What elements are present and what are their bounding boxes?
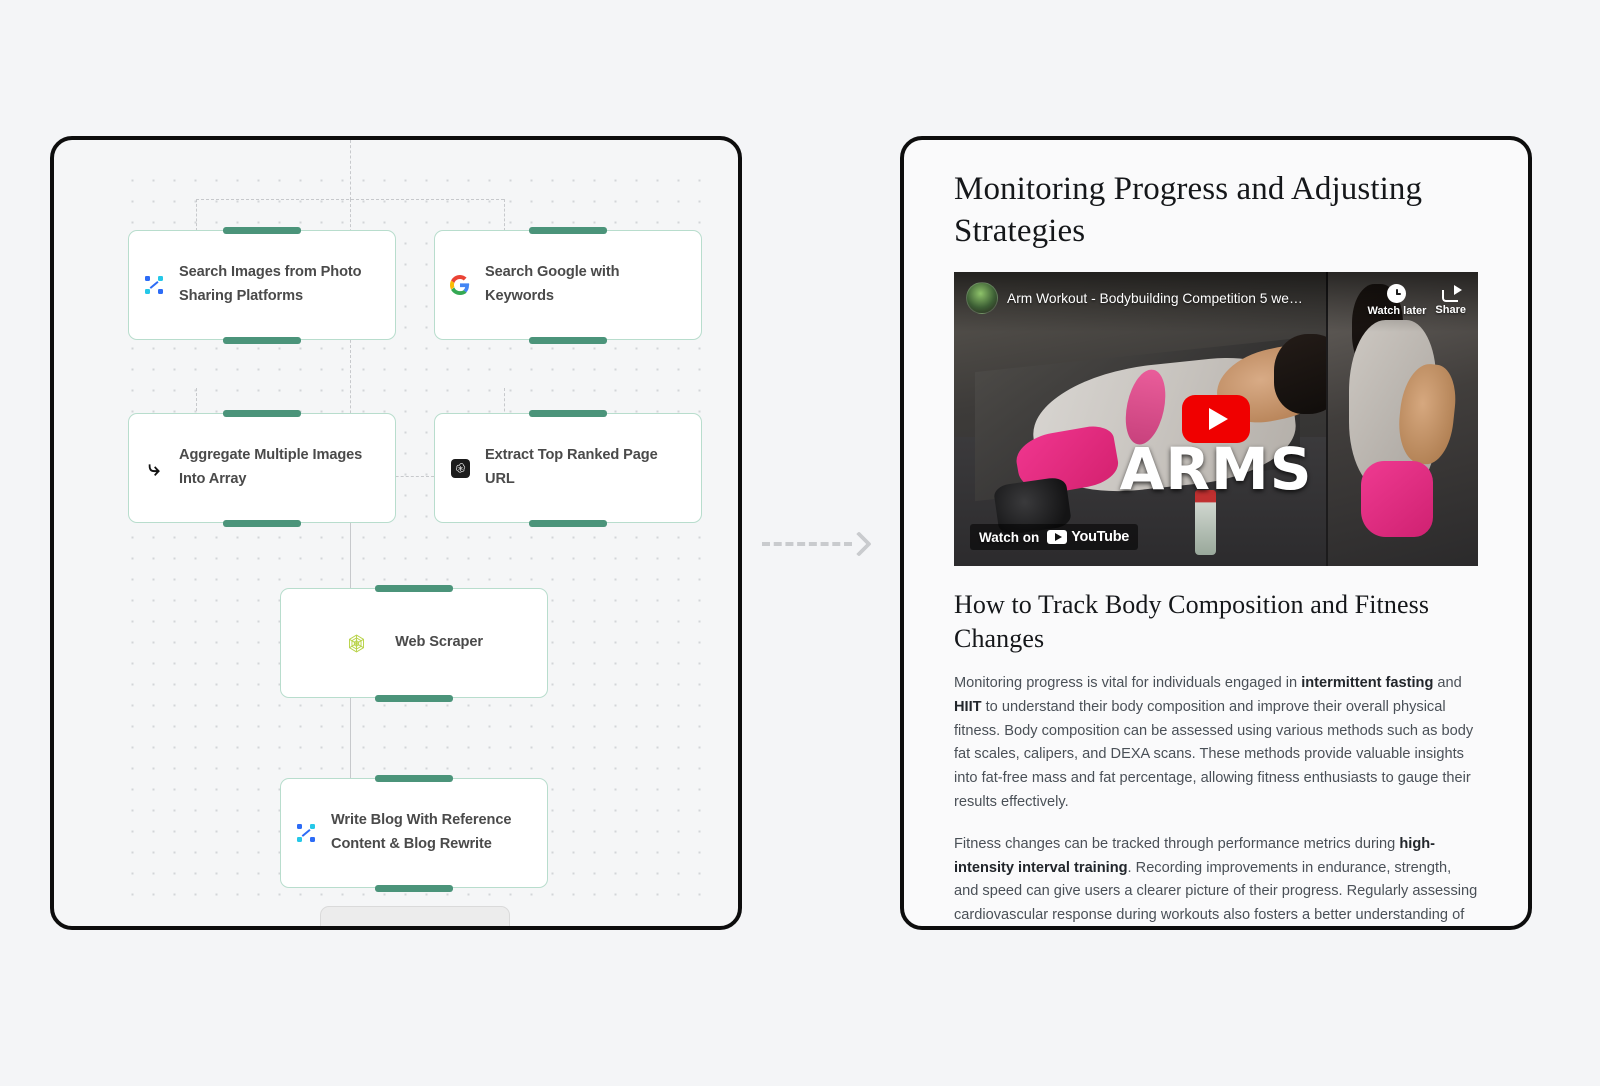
node-handle-bottom[interactable] — [223, 336, 301, 344]
flow-node-label: Search Images from Photo Sharing Platfor… — [179, 264, 362, 304]
youtube-logo: YouTube — [1047, 529, 1129, 545]
node-handle-top[interactable] — [223, 226, 301, 234]
watch-later-button[interactable]: Watch later — [1367, 282, 1427, 318]
share-button[interactable]: Share — [1435, 282, 1466, 316]
node-handle-bottom[interactable] — [529, 519, 607, 527]
flow-node-label: Web Scraper — [395, 634, 483, 651]
video-title[interactable]: Arm Workout - Bodybuilding Competition 5… — [1007, 282, 1359, 310]
youtube-video-embed[interactable]: Arm Workout - Bodybuilding Competition 5… — [954, 272, 1478, 567]
channel-avatar[interactable] — [966, 282, 998, 315]
video-top-overlay: Arm Workout - Bodybuilding Competition 5… — [954, 272, 1478, 333]
video-bottom-overlay: Watch on YouTube — [954, 508, 1478, 566]
spiderweb-icon — [345, 632, 367, 654]
flow-node-label: Extract Top Ranked Page URL — [485, 447, 658, 487]
dashed-right-arrow-icon — [762, 531, 878, 557]
arrow-head — [846, 531, 872, 557]
flow-node-label: Search Google with Keywords — [485, 264, 620, 304]
watch-later-label: Watch later — [1367, 305, 1427, 318]
google-icon — [449, 274, 471, 296]
flow-node-search-images[interactable]: Search Images from Photo Sharing Platfor… — [128, 226, 396, 344]
clock-icon — [1387, 284, 1407, 304]
edge-right-down — [504, 199, 505, 231]
workflow-canvas[interactable]: Search Images from Photo Sharing Platfor… — [120, 140, 716, 926]
flow-node-write-blog[interactable]: Write Blog With Reference Content & Blog… — [280, 774, 548, 892]
youtube-wordmark: YouTube — [1071, 529, 1130, 546]
edge-top-trunk — [350, 140, 351, 200]
nodes-icon — [143, 274, 165, 296]
thumbnail-headline-text: ARMS — [1119, 435, 1313, 504]
openai-icon — [449, 457, 471, 479]
node-handle-top[interactable] — [375, 774, 453, 782]
flow-node-aggregate-images[interactable]: ⤷ Aggregate Multiple Images Into Array — [128, 409, 396, 527]
node-handle-bottom[interactable] — [375, 694, 453, 702]
screenshot-stage: Search Images from Photo Sharing Platfor… — [0, 0, 1600, 1086]
watch-on-label: Watch on — [979, 529, 1040, 545]
youtube-play-glyph — [1047, 530, 1068, 545]
flow-node-label: Write Blog With Reference Content & Blog… — [331, 812, 512, 852]
flow-node-extract-url[interactable]: Extract Top Ranked Page URL — [434, 409, 702, 527]
node-handle-bottom[interactable] — [529, 336, 607, 344]
article-paragraph: Fitness changes can be tracked through p… — [954, 835, 1478, 924]
article-preview-panel: Monitoring Progress and Adjusting Strate… — [900, 136, 1532, 930]
node-handle-top[interactable] — [375, 584, 453, 592]
youtube-play-icon[interactable] — [1182, 395, 1250, 444]
edge-left-down — [196, 199, 197, 231]
curved-arrow-icon: ⤷ — [148, 455, 160, 480]
workflow-panel: Search Images from Photo Sharing Platfor… — [50, 136, 742, 930]
article-section-heading: How to Track Body Composition and Fitnes… — [954, 590, 1430, 654]
node-handle-top[interactable] — [529, 226, 607, 234]
flow-node-search-google[interactable]: Search Google with Keywords — [434, 226, 702, 344]
flow-node-web-scraper[interactable]: Web Scraper — [280, 584, 548, 702]
article-title: Monitoring Progress and Adjusting Strate… — [954, 171, 1423, 250]
node-handle-bottom[interactable] — [223, 519, 301, 527]
node-handle-top[interactable] — [529, 409, 607, 417]
share-icon — [1441, 284, 1462, 302]
share-label: Share — [1435, 304, 1466, 317]
flow-node-partial-below[interactable] — [320, 906, 510, 926]
flow-node-label: Aggregate Multiple Images Into Array — [179, 447, 363, 487]
watch-on-youtube-button[interactable]: Watch on YouTube — [970, 524, 1139, 551]
node-handle-top[interactable] — [223, 409, 301, 417]
article-paragraph: Monitoring progress is vital for individ… — [954, 675, 1474, 810]
nodes-icon — [295, 822, 317, 844]
node-handle-bottom[interactable] — [375, 884, 453, 892]
arrow-dash — [762, 542, 852, 546]
